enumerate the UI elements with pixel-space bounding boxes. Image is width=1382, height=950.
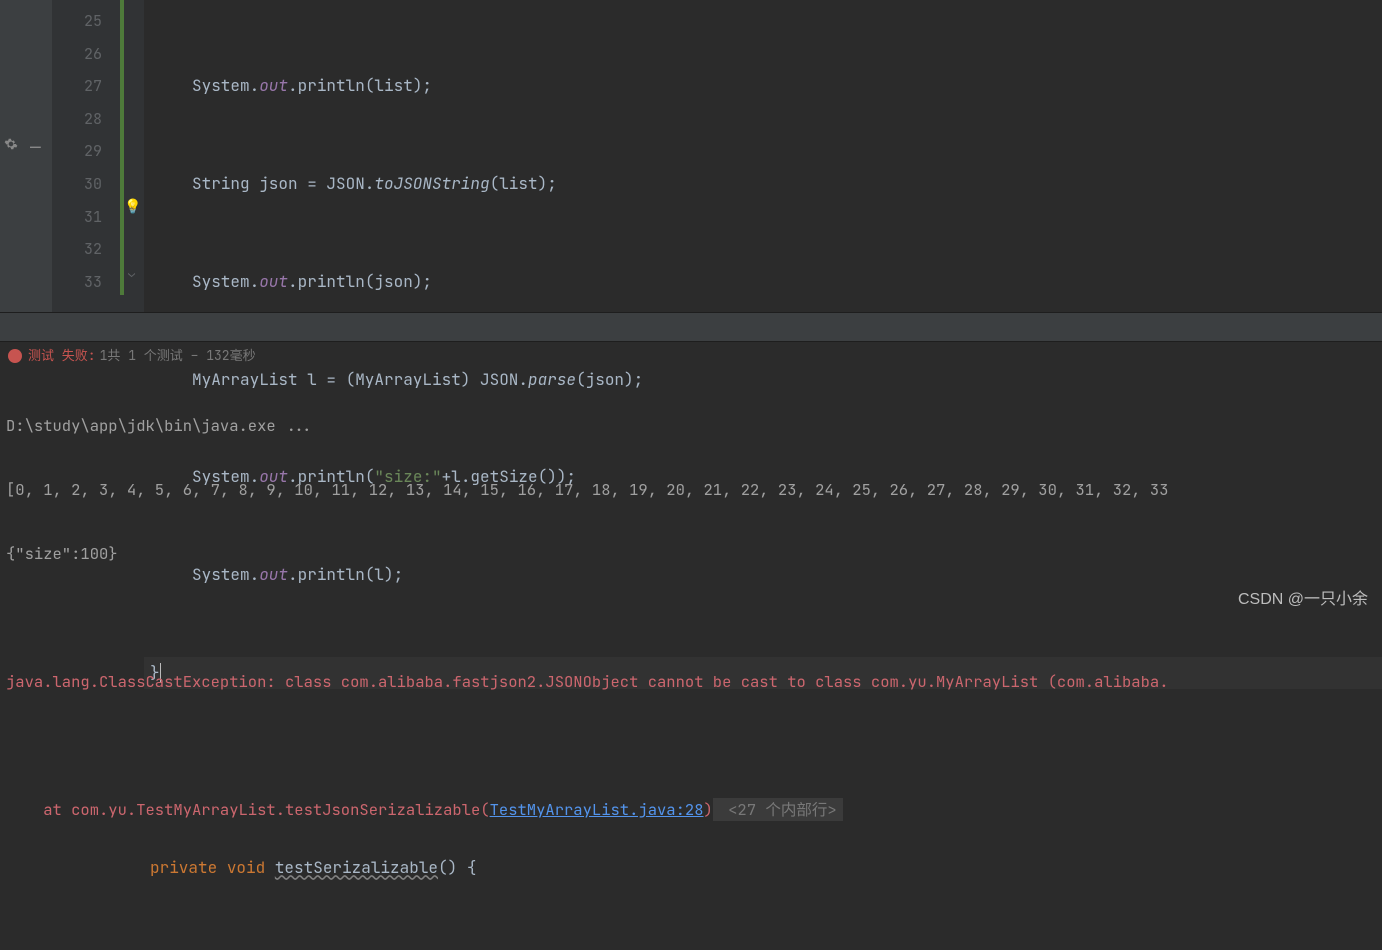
code-editor[interactable]: — 25 26 27 28 29 30 31 32 33 💡 ⌃ ⌄ Syste… xyxy=(0,0,1382,312)
line-number[interactable]: 32 xyxy=(52,233,102,266)
tool-window-bar: — xyxy=(0,0,52,312)
fold-column[interactable]: 💡 ⌃ ⌄ xyxy=(126,0,144,312)
gear-icon[interactable] xyxy=(4,136,18,156)
fold-end-icon[interactable]: ⌃ xyxy=(128,202,135,218)
collapsed-frames-hint[interactable]: <27 个内部行> xyxy=(713,798,843,821)
minimize-icon[interactable]: — xyxy=(30,136,41,159)
csdn-watermark: CSDN @一只小余 xyxy=(1238,585,1368,609)
line-number[interactable]: 29 xyxy=(52,135,102,168)
console-trace-line: at com.yu.TestMyArrayList.testJsonSeriza… xyxy=(6,794,1376,826)
line-number-gutter[interactable]: 25 26 27 28 29 30 31 32 33 xyxy=(52,0,120,312)
line-number[interactable]: 30 xyxy=(52,168,102,201)
line-number[interactable]: 28 xyxy=(52,103,102,136)
stacktrace-link[interactable]: TestMyArrayList.java:28 xyxy=(490,799,704,820)
line-number[interactable]: 25 xyxy=(52,5,102,38)
test-fail-icon xyxy=(8,349,22,363)
test-fail-label: 测试 失败: xyxy=(28,342,96,370)
line-number[interactable]: 33 xyxy=(52,266,102,299)
vcs-change-marker xyxy=(120,0,124,295)
line-number[interactable]: 27 xyxy=(52,70,102,103)
code-content[interactable]: System.out.println(list); String json = … xyxy=(144,0,1382,312)
line-number[interactable]: 31 xyxy=(52,201,102,234)
fold-start-icon[interactable]: ⌄ xyxy=(128,265,135,281)
line-number[interactable]: 26 xyxy=(52,38,102,71)
test-summary: 1共 1 个测试 – 132毫秒 xyxy=(100,342,256,370)
